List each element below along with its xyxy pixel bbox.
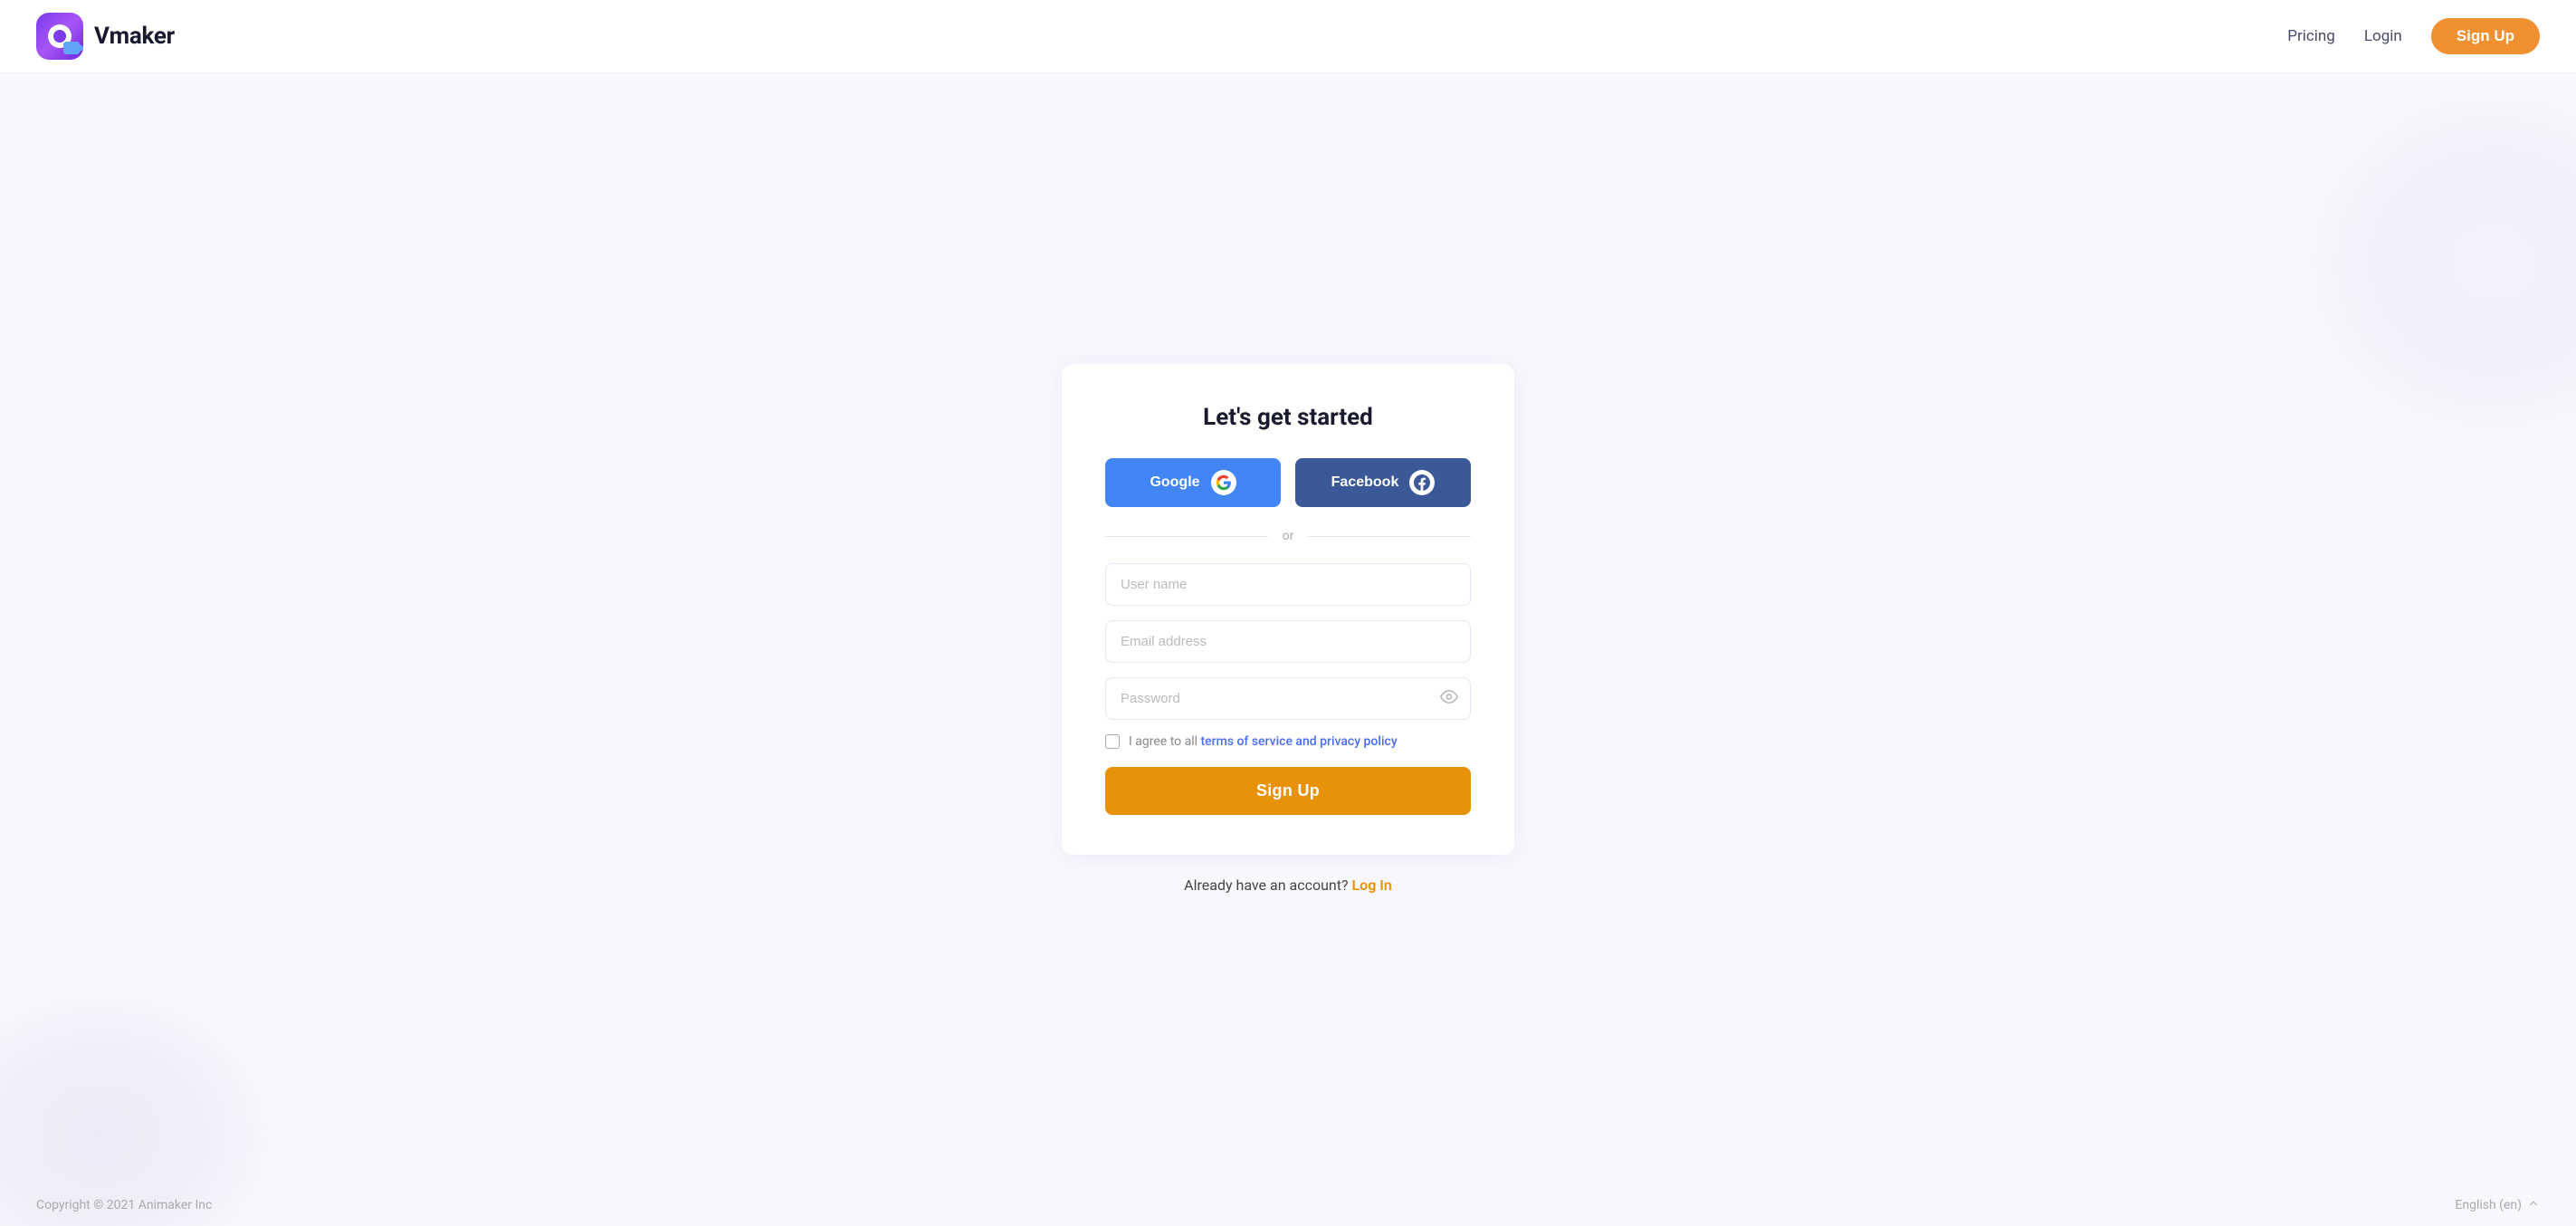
eye-icon[interactable]: [1440, 687, 1458, 710]
facebook-button-label: Facebook: [1331, 474, 1399, 491]
logo-area: Vmaker: [36, 13, 175, 60]
divider-line-left: [1105, 536, 1268, 537]
camera-decoration: [63, 42, 80, 54]
login-link-nav[interactable]: Login: [2364, 27, 2402, 45]
email-field: [1105, 620, 1471, 663]
footer: Copyright © 2021 Animaker Inc English (e…: [0, 1184, 2576, 1226]
main-content: Let's get started Google Facebook: [0, 73, 2576, 1184]
footer-language[interactable]: English (en): [2455, 1197, 2540, 1213]
facebook-icon: [1409, 470, 1435, 495]
navbar: Vmaker Pricing Login Sign Up: [0, 0, 2576, 73]
logo-icon: [36, 13, 83, 60]
signup-button[interactable]: Sign Up: [1105, 767, 1471, 815]
google-button[interactable]: Google: [1105, 458, 1281, 507]
username-field: [1105, 563, 1471, 606]
card-title: Let's get started: [1105, 404, 1471, 431]
username-input[interactable]: [1105, 563, 1471, 606]
google-button-label: Google: [1150, 474, 1199, 491]
nav-links: Pricing Login Sign Up: [2287, 18, 2540, 54]
chevron-up-icon: [2527, 1197, 2540, 1213]
log-in-link[interactable]: Log In: [1349, 876, 1392, 894]
divider-line-right: [1308, 536, 1471, 537]
footer-copyright: Copyright © 2021 Animaker Inc: [36, 1198, 212, 1212]
facebook-button[interactable]: Facebook: [1295, 458, 1471, 507]
google-icon: [1211, 470, 1236, 495]
or-divider: or: [1105, 529, 1471, 543]
terms-checkbox[interactable]: [1105, 734, 1120, 749]
password-field: [1105, 677, 1471, 720]
signup-card: Let's get started Google Facebook: [1062, 364, 1514, 855]
divider-text: or: [1283, 529, 1294, 543]
password-input[interactable]: [1105, 677, 1471, 720]
password-wrapper: [1105, 677, 1471, 720]
logo-text: Vmaker: [94, 23, 175, 50]
terms-text: I agree to all terms of service and priv…: [1129, 734, 1398, 749]
email-input[interactable]: [1105, 620, 1471, 663]
terms-row: I agree to all terms of service and priv…: [1105, 734, 1471, 749]
pricing-link[interactable]: Pricing: [2287, 27, 2335, 45]
terms-link[interactable]: terms of service and privacy policy: [1201, 734, 1398, 749]
nav-signup-button[interactable]: Sign Up: [2431, 18, 2540, 54]
already-account: Already have an account? Log In: [1184, 876, 1392, 894]
social-buttons: Google Facebook: [1105, 458, 1471, 507]
